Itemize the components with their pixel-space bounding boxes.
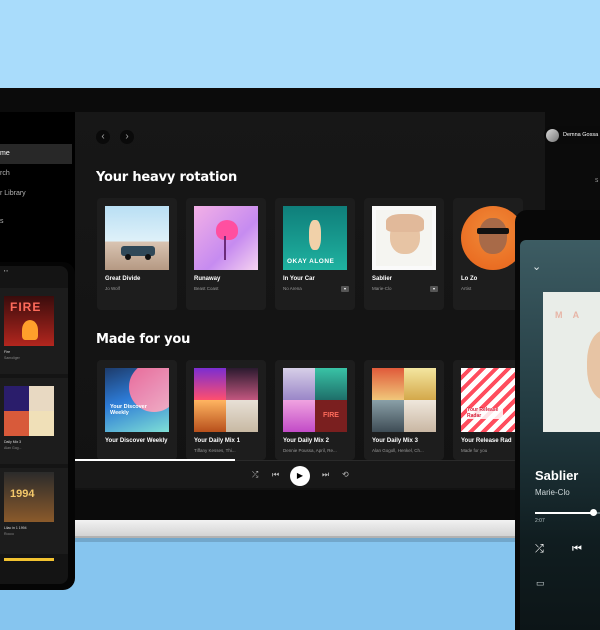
list-item[interactable]: 1994 Lilac in 1 1994 Rocco: [0, 468, 68, 554]
playlist-title: Your Daily Mix 2: [283, 438, 329, 444]
item-title: Daily Mix 3: [4, 440, 22, 444]
list-item[interactable]: Daily Mix 3 Alan Gog...: [0, 378, 68, 464]
now-playing-title: Sablier: [535, 468, 579, 483]
chevron-down-icon[interactable]: ⌄: [532, 260, 541, 273]
desk-surface: [0, 538, 600, 630]
album-art-text: OKAY ALONE: [287, 258, 335, 265]
right-phone: ⌄ M A: [515, 210, 600, 630]
sidebar-item-home[interactable]: me: [0, 144, 72, 164]
user-menu-button[interactable]: Demna Gossa: [544, 126, 600, 144]
see-all-link[interactable]: S: [595, 178, 598, 184]
progress-fill: [535, 512, 595, 514]
playlist-art-text: Your Discover Weekly: [110, 404, 147, 416]
shuffle-icon[interactable]: ⤮: [535, 543, 544, 556]
album-title: Great Divide: [105, 276, 141, 282]
devices-icon[interactable]: ▭: [536, 578, 545, 589]
album-art: [372, 206, 436, 270]
left-phone-screen: ▪ ▪ FIRE Fire Samoliger Daily Mix 3 Alan…: [0, 266, 68, 584]
album-title: Runaway: [194, 276, 221, 282]
shuffle-icon[interactable]: ⤮: [252, 470, 258, 480]
playlist-art-text: FIRE: [315, 400, 347, 432]
album-art: [4, 386, 54, 436]
playlist-card-release-radar[interactable]: Your Release Radar Your Release Rad Made…: [453, 360, 525, 460]
status-bar: ▪ ▪: [4, 268, 8, 273]
album-title: Sablier: [372, 276, 393, 282]
playlist-title: Your Daily Mix 3: [372, 438, 418, 444]
elapsed-time: 2:07: [535, 518, 545, 524]
playlist-card-discover-weekly[interactable]: Your Discover Weekly Your Discover Weekl…: [97, 360, 177, 460]
playlist-art: [194, 368, 258, 432]
download-icon[interactable]: ▾: [430, 286, 438, 292]
album-card-in-your-car[interactable]: OKAY ALONE In Your Car No Arena ▾: [275, 198, 355, 310]
album-art-text: 1994: [10, 488, 35, 500]
forward-icon[interactable]: ›: [120, 130, 134, 144]
playback-progress[interactable]: [75, 459, 235, 461]
avatar: [546, 128, 559, 142]
album-art: [105, 206, 169, 270]
album-art: 1994: [4, 472, 54, 522]
item-subtitle: Rocco: [4, 532, 14, 536]
item-subtitle: Alan Gog...: [4, 446, 22, 450]
album-card-sablier[interactable]: Sablier Marie-Clo ▾: [364, 198, 444, 310]
sidebar-item-search[interactable]: rch: [0, 164, 72, 184]
playlist-subtitle: Alan Gogoll, Henkel, Ch...: [372, 448, 424, 453]
sidebar-item-library[interactable]: r Library: [0, 184, 72, 204]
album-artist: Jo Wolf: [105, 286, 120, 291]
album-art-text: FIRE: [10, 300, 42, 314]
play-button[interactable]: ▶: [290, 466, 310, 486]
album-card-runaway[interactable]: Runaway Beast Coast: [186, 198, 266, 310]
album-title: Lo Zo: [461, 276, 478, 282]
playlist-title: Your Release Rad: [461, 438, 512, 444]
item-title: Lilac in 1 1994: [4, 526, 27, 530]
user-name: Demna Gossa: [563, 132, 599, 138]
player-bar: [75, 460, 545, 488]
album-art: OKAY ALONE: [283, 206, 347, 270]
album-art: [194, 206, 258, 270]
progress-knob[interactable]: [590, 509, 597, 516]
album-artist: No Arena: [283, 286, 302, 291]
next-icon[interactable]: ⏭: [322, 470, 329, 480]
playlist-card-daily-mix-3[interactable]: Your Daily Mix 3 Alan Gogoll, Henkel, Ch…: [364, 360, 444, 460]
previous-icon[interactable]: ⏮: [272, 470, 279, 480]
repeat-icon[interactable]: ⟲: [342, 470, 349, 479]
playlist-art: [372, 368, 436, 432]
album-art: FIRE: [4, 296, 54, 346]
previous-icon[interactable]: ⏮: [572, 543, 582, 556]
sidebar-item-playlists[interactable]: s: [0, 212, 72, 232]
list-item[interactable]: FIRE Fire Samoliger: [0, 288, 68, 374]
item-title: Fire: [4, 350, 11, 354]
playlist-card-daily-mix-1[interactable]: Your Daily Mix 1 Tiffany Kesses, Thi...: [186, 360, 266, 460]
playlist-art-text: Your Release Radar: [467, 407, 503, 419]
playlist-title: Your Daily Mix 1: [194, 438, 240, 444]
right-phone-screen: ⌄ M A: [520, 240, 600, 630]
playlist-subtitle: Tiffany Kesses, Thi...: [194, 448, 236, 453]
album-artist: Beast Coast: [194, 286, 219, 291]
section-title-made-for-you: Made for you: [96, 332, 191, 347]
album-artist: Marie-Clo: [372, 286, 392, 291]
playlist-card-daily-mix-2[interactable]: FIRE Your Daily Mix 2 Dennie Poussa, Apr…: [275, 360, 355, 460]
album-card-lo-zo[interactable]: Lo Zo Artist: [453, 198, 525, 310]
laptop-shadow: [72, 536, 532, 542]
now-playing-artist: Marie-Clo: [535, 488, 570, 497]
section-title-heavy-rotation: Your heavy rotation: [96, 170, 238, 185]
left-phone: ▪ ▪ FIRE Fire Samoliger Daily Mix 3 Alan…: [0, 262, 75, 590]
back-icon[interactable]: ‹: [96, 130, 110, 144]
playlist-title: Your Discover Weekly: [105, 438, 168, 444]
playlist-subtitle: Dennie Poussa, April, Re...: [283, 448, 337, 453]
item-subtitle: Samoliger: [4, 356, 20, 360]
playlist-art: Your Discover Weekly: [105, 368, 169, 432]
mini-player-progress: [4, 558, 54, 561]
album-title: In Your Car: [283, 276, 315, 282]
playlist-art: FIRE: [283, 368, 347, 432]
now-playing-art: M A: [543, 292, 600, 432]
download-icon[interactable]: ▾: [341, 286, 349, 292]
album-card-great-divide[interactable]: Great Divide Jo Wolf: [97, 198, 177, 310]
